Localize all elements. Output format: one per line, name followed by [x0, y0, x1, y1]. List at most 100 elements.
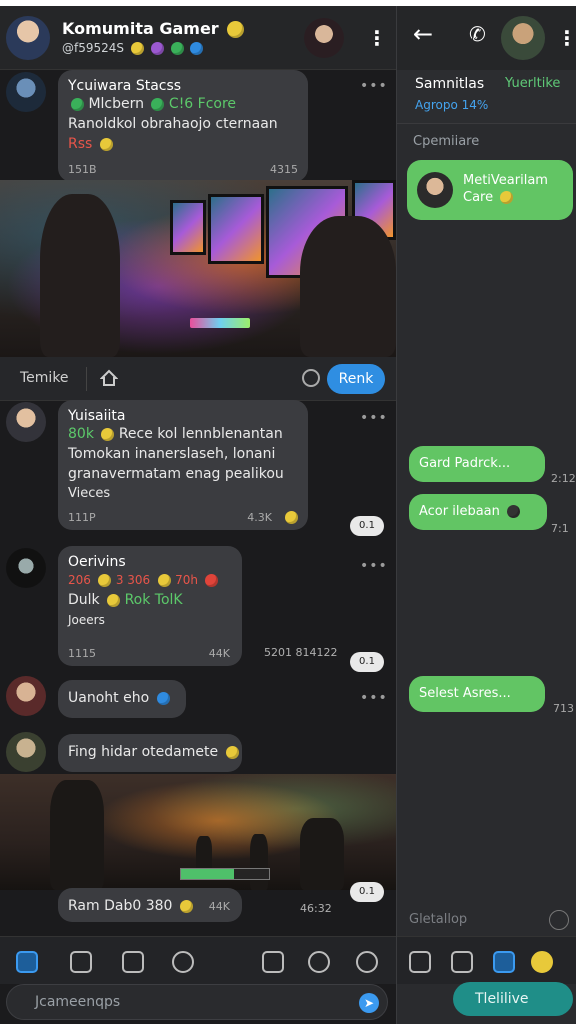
sender-avatar[interactable] [6, 732, 46, 772]
nav-history-icon[interactable] [356, 951, 378, 973]
message-bubble[interactable]: Uanoht eho [58, 680, 186, 718]
sender-name: Yuisaiita [68, 408, 126, 424]
nav-shield-icon[interactable] [451, 951, 473, 973]
home-icon[interactable] [99, 369, 119, 391]
chat-bubble[interactable]: Acor ilebaan [409, 494, 547, 530]
soldier-figure [250, 834, 268, 890]
section-label: Cpemiiare [413, 134, 480, 149]
emoji-icon [500, 191, 514, 204]
health-bar [180, 868, 270, 880]
sender-name: Ycuiwara Stacss [68, 78, 182, 94]
bottom-nav [0, 936, 396, 984]
message-text: Tomokan inanerslaseh, lonani [68, 446, 276, 462]
sender-avatar[interactable] [6, 72, 46, 112]
message-text: 70h [175, 573, 198, 587]
like-button[interactable]: Temike [20, 370, 69, 386]
divider [86, 367, 87, 391]
sender-avatar[interactable] [6, 676, 46, 716]
reply-button[interactable]: Renk [327, 364, 385, 394]
back-arrow-icon[interactable]: ← [413, 20, 433, 48]
message-menu-icon[interactable]: ••• [360, 78, 388, 94]
message-time: 4315 [270, 163, 298, 176]
read-receipt: 0.1 [350, 652, 384, 672]
emoji-icon [98, 573, 112, 587]
message-text: Fing hidar otedamete [68, 744, 219, 760]
send-icon[interactable]: ➤ [359, 993, 379, 1013]
heart-icon[interactable] [302, 369, 320, 387]
chat-time: 2:12 [551, 472, 576, 485]
nav-settings-icon[interactable] [308, 951, 330, 973]
call-icon[interactable]: ✆ [469, 22, 486, 46]
message-timestamp: 46:32 [300, 902, 332, 915]
emoji-icon [99, 137, 113, 151]
chat-time: 713 [553, 702, 574, 715]
message-meta: 1115 [68, 647, 96, 660]
contact-status: Agropo 14% [415, 98, 489, 112]
new-chat-button[interactable]: Tlelilive [453, 982, 573, 1016]
message-input-placeholder: Jcameenqps [35, 994, 121, 1010]
chat-bubble-text: Selest Asres... [419, 686, 511, 701]
sender-avatar[interactable] [6, 548, 46, 588]
group-avatar[interactable] [6, 16, 50, 60]
message-menu-icon[interactable]: ••• [360, 558, 388, 574]
emoji-icon [205, 573, 219, 587]
chat-time: 7:1 [551, 522, 569, 535]
chat-bubble[interactable]: Selest Asres... [409, 676, 545, 712]
message-text: Mlcbern [88, 96, 145, 112]
contact-avatar[interactable] [304, 18, 344, 58]
nav-chats-icon[interactable] [16, 951, 38, 973]
direct-chat-header: ← ✆ ⋮ [397, 6, 576, 70]
nav-game-icon[interactable] [262, 951, 284, 973]
direct-input-placeholder: Gletallop [409, 912, 468, 927]
emoji-icon [130, 42, 144, 55]
message-time: 44K [208, 900, 230, 913]
gamer-figure [40, 194, 120, 357]
emoji-icon [157, 573, 171, 587]
direct-bottom-nav [397, 936, 576, 984]
attach-icon[interactable] [549, 910, 569, 930]
direct-chat-pane: ← ✆ ⋮ Samnitlas Yuerltike Agropo 14% Cpe… [396, 6, 576, 1024]
emoji-icon [179, 899, 193, 913]
nav-chat-icon[interactable] [493, 951, 515, 973]
soldier-figure [300, 818, 344, 890]
nav-stickers-icon[interactable] [531, 951, 553, 973]
chat-bubble-text: Gard Padrck... [419, 456, 511, 471]
sender-avatar[interactable] [6, 402, 46, 442]
nav-home-icon[interactable] [70, 951, 92, 973]
nav-groups-icon[interactable] [172, 951, 194, 973]
message-bubble[interactable]: Oerivins 206 3 306 70h Dulk Rok TolK Joe… [58, 546, 242, 666]
message-text: Uanoht eho [68, 690, 150, 706]
gaming-setup-photo[interactable] [0, 180, 396, 357]
nav-media-icon[interactable] [409, 951, 431, 973]
message-bubble[interactable]: Fing hidar otedamete [58, 734, 242, 772]
message-input[interactable]: Jcameenqps ➤ [6, 984, 388, 1020]
message-menu-icon[interactable]: ••• [360, 690, 388, 706]
read-receipt: 0.1 [350, 516, 384, 536]
emoji-icon [507, 505, 521, 518]
message-text: Ram Dab0 380 [68, 898, 173, 914]
emoji-icon [156, 691, 170, 705]
nav-media-icon[interactable] [122, 951, 144, 973]
message-bubble[interactable]: Ram Dab0 380 44K [58, 888, 242, 922]
message-text: Rece kol lennblenantan [118, 426, 283, 442]
sender-name: Oerivins [68, 554, 126, 570]
community-chat-pane: Komumita Gamer @f59524S ⋮ Ycuiwara Stacs… [0, 6, 396, 1024]
contact-avatar[interactable] [501, 16, 545, 60]
chat-bubble[interactable]: MetiVearilam Care [407, 160, 573, 220]
game-screenshot-photo[interactable] [0, 774, 396, 890]
direct-message-input[interactable]: Gletallop [397, 906, 576, 936]
message-bubble[interactable]: Yuisaiita 80k Rece kol lennblenantan Tom… [58, 400, 308, 530]
emoji-icon [170, 42, 184, 55]
message-bubble[interactable]: Ycuiwara Stacss Mlcbern C!6 Fcore Ranold… [58, 70, 308, 182]
more-options-icon[interactable]: ⋮ [367, 28, 387, 48]
message-text: 3 306 [115, 573, 151, 587]
message-text: Joeers [68, 613, 105, 627]
contact-info-bar: Samnitlas Yuerltike Agropo 14% [397, 70, 576, 124]
message-text: Rok [124, 592, 151, 608]
chat-bubble[interactable]: Gard Padrck... [409, 446, 545, 482]
emoji-icon [71, 97, 84, 111]
more-options-icon[interactable]: ⋮ [557, 28, 576, 48]
message-menu-icon[interactable]: ••• [360, 410, 388, 426]
message-meta: 151B [68, 163, 97, 176]
emoji-icon [107, 593, 121, 607]
